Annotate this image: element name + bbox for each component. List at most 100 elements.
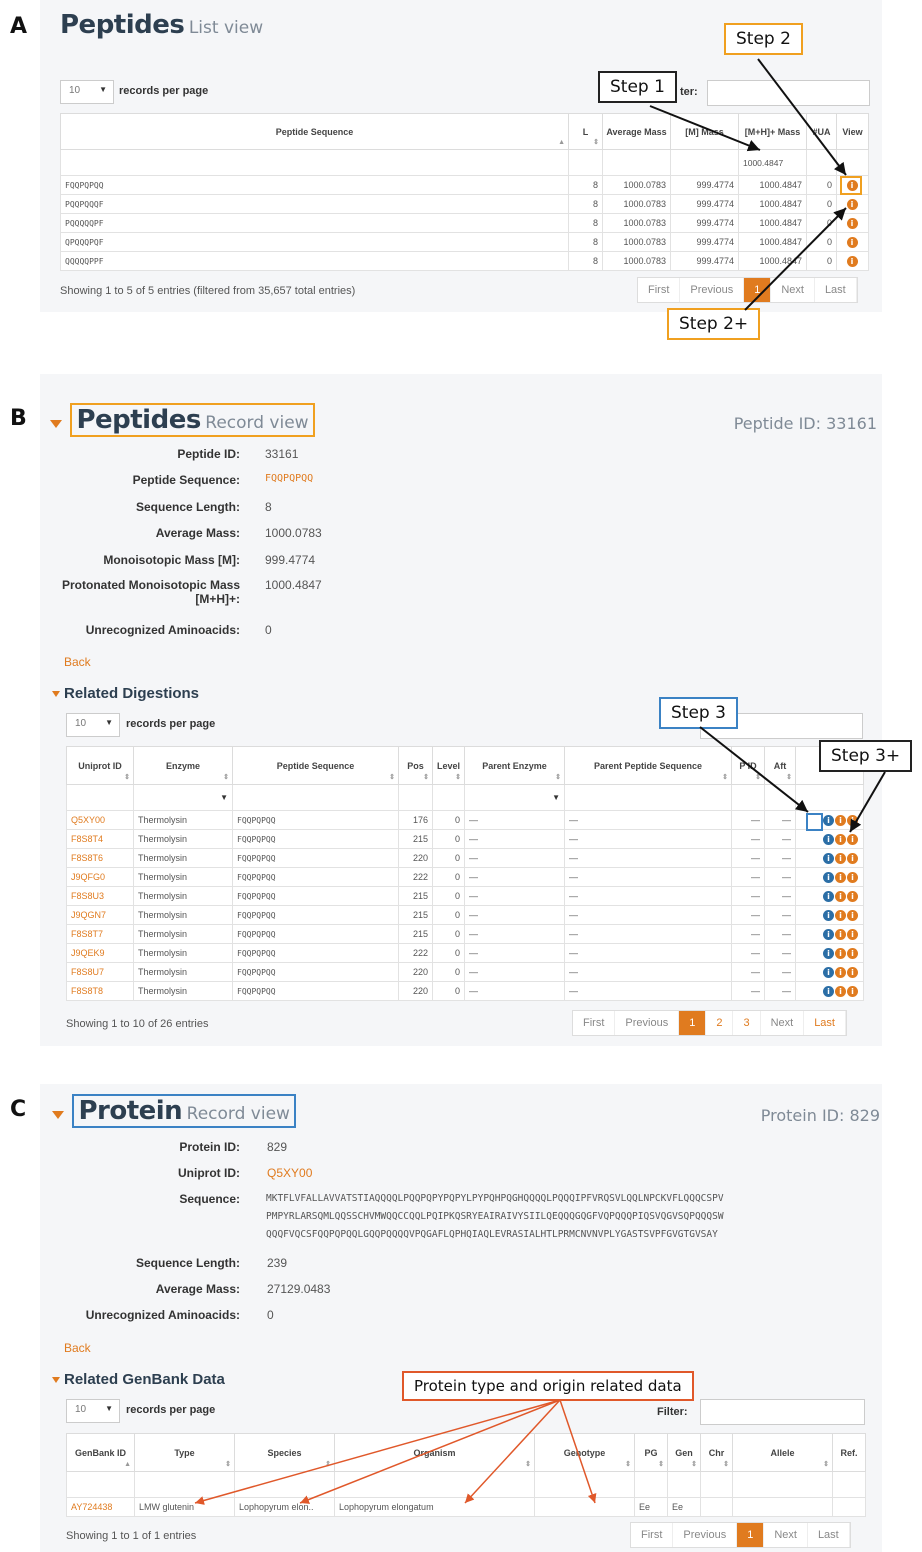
page-next-button[interactable]: Next [771,278,815,302]
peptide-info-icon[interactable]: i [835,852,846,864]
peptide-info-icon[interactable]: i [835,833,846,845]
col-aft[interactable]: Aft ⇕ [764,746,796,785]
genbank-id-cell[interactable]: AY724438 [66,1497,135,1517]
filter-cell[interactable] [832,1471,866,1498]
records-per-page-select[interactable]: 10 ▼ [66,713,120,737]
filter-cell[interactable] [234,1471,335,1498]
page-first-button[interactable]: First [631,1523,674,1547]
protein-info-icon[interactable]: i [823,909,834,921]
collapse-caret-icon[interactable] [52,1377,60,1384]
filter-cell[interactable] [568,149,603,176]
peptide-info-icon[interactable]: i [835,966,846,978]
filter-cell[interactable] [66,784,134,811]
protein-info-icon[interactable]: i [823,928,834,940]
digestion-info-icon[interactable]: i [847,852,858,864]
col-peptide-sequence[interactable]: Peptide Sequence ▲ [60,113,569,150]
uniprot-id-cell[interactable]: F8S8T4 [66,829,134,849]
page-last-button[interactable]: Last [804,1011,846,1035]
page-1-button[interactable]: 1 [744,278,772,302]
page-1-button[interactable]: 1 [737,1523,765,1547]
col-pg[interactable]: PG ⇕ [634,1433,668,1472]
peptide-info-icon[interactable]: i [835,890,846,902]
collapse-caret-icon[interactable] [52,691,60,698]
col-type[interactable]: Type ⇕ [134,1433,235,1472]
peptide-info-icon[interactable]: i [835,928,846,940]
filter-cell[interactable] [134,1471,235,1498]
uniprot-id-cell[interactable]: J9QGN7 [66,905,134,925]
info-icon[interactable]: i [846,236,858,248]
page-next-button[interactable]: Next [764,1523,808,1547]
info-icon[interactable]: i [846,198,858,210]
col-pos[interactable]: Pos ⇕ [398,746,433,785]
filter-cell[interactable] [602,149,671,176]
filter-cell[interactable] [398,784,433,811]
uniprot-id-cell[interactable]: F8S8U3 [66,886,134,906]
page-first-button[interactable]: First [573,1011,616,1035]
col-peptide-sequence[interactable]: Peptide Sequence ⇕ [232,746,399,785]
col-ref-[interactable]: Ref. [832,1433,866,1472]
page-last-button[interactable]: Last [808,1523,850,1547]
peptide-info-icon[interactable]: i [835,947,846,959]
protein-info-icon[interactable]: i [823,966,834,978]
records-per-page-select[interactable]: 10 ▼ [60,80,114,104]
filter-cell[interactable] [732,1471,833,1498]
col-parent-enzyme[interactable]: Parent Enzyme ⇕ [464,746,565,785]
filter-cell[interactable] [232,784,399,811]
page-next-button[interactable]: Next [761,1011,805,1035]
digestion-info-icon[interactable]: i [847,909,858,921]
filter-input[interactable] [700,1399,865,1425]
col-parent-peptide-sequence[interactable]: Parent Peptide Sequence ⇕ [564,746,732,785]
uniprot-id-cell[interactable]: F8S8T6 [66,848,134,868]
col-organism[interactable]: Organism ⇕ [334,1433,535,1472]
filter-cell[interactable] [60,149,569,176]
filter-cell[interactable] [66,1471,135,1498]
col-allele[interactable]: Allele ⇕ [732,1433,833,1472]
uniprot-id-cell[interactable]: F8S8T7 [66,924,134,944]
protein-info-icon[interactable]: i [823,985,834,997]
uniprot-id-cell[interactable]: Q5XY00 [66,810,134,830]
protein-info-icon[interactable]: i [823,947,834,959]
uniprot-link[interactable]: Q5XY00 [267,1166,312,1180]
filter-cell[interactable] [564,784,732,811]
digestion-info-icon[interactable]: i [847,928,858,940]
page-previous-button[interactable]: Previous [680,278,745,302]
page-1-button[interactable]: 1 [679,1011,707,1035]
col-genbank-id[interactable]: GenBank ID ▲ [66,1433,135,1472]
filter-cell[interactable] [432,784,465,811]
peptide-info-icon[interactable]: i [835,909,846,921]
col-genotype[interactable]: Genotype ⇕ [534,1433,635,1472]
back-link[interactable]: Back [64,1341,91,1355]
digestion-info-icon[interactable]: i [847,947,858,959]
uniprot-id-cell[interactable]: F8S8U7 [66,962,134,982]
col-uniprot-id[interactable]: Uniprot ID ⇕ [66,746,134,785]
col-average-mass[interactable]: Average Mass [602,113,671,150]
digestion-info-icon[interactable]: i [847,814,858,826]
digestion-info-icon[interactable]: i [847,985,858,997]
filter-cell[interactable] [670,149,739,176]
peptide-info-icon[interactable]: i [835,985,846,997]
col-length[interactable]: L ⇕ [568,113,603,150]
filter-input[interactable] [707,80,870,106]
filter-cell[interactable] [700,1471,733,1498]
filter-cell[interactable] [806,149,837,176]
col-enzyme[interactable]: Enzyme ⇕ [133,746,233,785]
uniprot-id-cell[interactable]: J9QFG0 [66,867,134,887]
digestion-info-icon[interactable]: i [847,871,858,883]
records-per-page-select[interactable]: 10 ▼ [66,1399,120,1423]
back-link[interactable]: Back [64,655,91,669]
protein-info-icon[interactable]: i [823,890,834,902]
col-m-mass[interactable]: [M] Mass [670,113,739,150]
col-ua[interactable]: #UA [806,113,837,150]
filter-cell[interactable] [334,1471,535,1498]
protein-info-icon[interactable]: i [823,814,834,826]
page-last-button[interactable]: Last [815,278,857,302]
page-previous-button[interactable]: Previous [673,1523,738,1547]
info-icon[interactable]: i [846,217,858,229]
protein-info-icon[interactable]: i [823,852,834,864]
filter-cell[interactable] [731,784,765,811]
page-previous-button[interactable]: Previous [615,1011,680,1035]
filter-cell[interactable] [534,1471,635,1498]
protein-info-icon[interactable]: i [823,833,834,845]
filter-mass-input[interactable]: 1000.4847 [738,149,807,176]
digestion-info-icon[interactable]: i [847,966,858,978]
